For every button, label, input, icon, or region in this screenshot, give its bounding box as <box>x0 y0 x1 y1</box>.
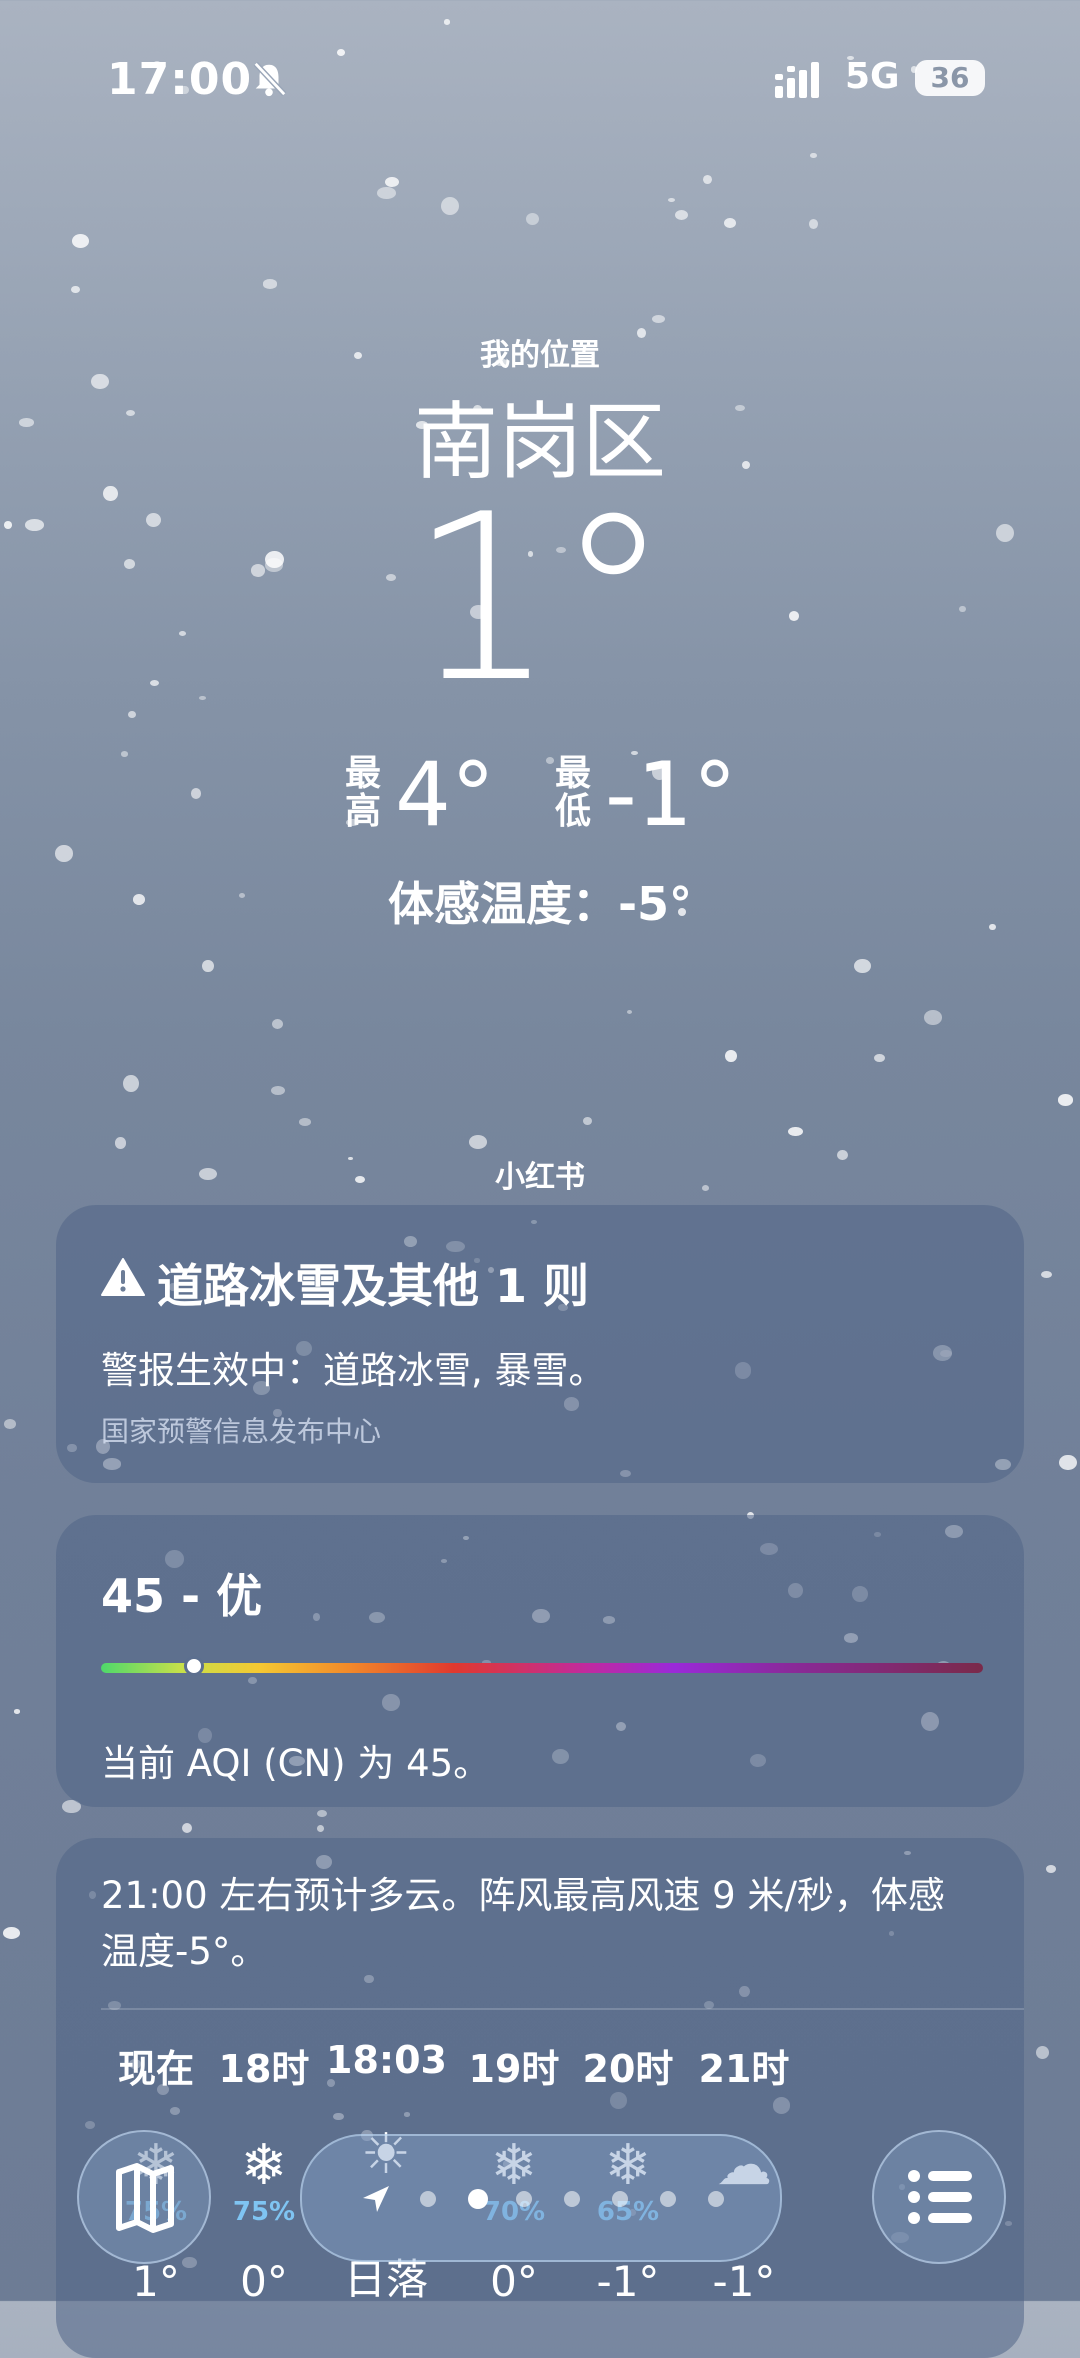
page-dot[interactable] <box>468 2189 488 2209</box>
page-dot[interactable] <box>420 2191 436 2207</box>
high-label: 最高 <box>344 753 381 832</box>
hour-label: 19时 <box>468 2047 560 2091</box>
alert-card[interactable]: 道路冰雪及其他 1 则 警报生效中：道路冰雪, 暴雪。 国家预警信息发布中心 <box>56 1205 1024 1483</box>
alert-title: 道路冰雪及其他 1 则 <box>157 1259 590 1313</box>
feels-like: 体感温度：-5° <box>387 877 693 931</box>
forecast-summary: 21:00 左右预计多云。阵风最高风速 9 米/秒，体感温度-5°。 <box>101 1874 945 1973</box>
high-value: 4° <box>395 743 495 846</box>
aqi-scale-bar <box>101 1663 983 1673</box>
hour-label: 18时 <box>218 2047 310 2091</box>
aqi-indicator <box>184 1656 204 1676</box>
status-time: 17:00 <box>107 54 253 105</box>
aqi-title: 45 - 优 <box>101 1569 263 1623</box>
source-watermark: 小红书 <box>495 1160 585 1195</box>
high-low-temperature: 最高 4° 最低 -1° <box>0 745 1080 845</box>
hour-temperature: -1° <box>596 2257 660 2306</box>
alert-issuer: 国家预警信息发布中心 <box>101 1415 382 1448</box>
hour-label: 21时 <box>698 2047 790 2091</box>
hour-label: 18:03 <box>326 2038 447 2082</box>
page-dot[interactable] <box>612 2191 628 2207</box>
low-value: -1° <box>605 743 737 846</box>
aqi-card[interactable]: 45 - 优 当前 AQI (CN) 为 45。 <box>56 1515 1024 1807</box>
current-temperature: 1° <box>409 466 671 733</box>
location-arrow-icon <box>363 2186 389 2212</box>
page-dot[interactable] <box>660 2191 676 2207</box>
city-list-button[interactable] <box>872 2130 1006 2264</box>
network-type: 5G <box>845 56 900 97</box>
map-icon <box>116 2163 174 2233</box>
hour-label: 现在 <box>117 2047 194 2091</box>
hour-temperature: 0° <box>240 2257 288 2306</box>
location-label: 我的位置 <box>480 338 600 373</box>
low-label: 最低 <box>554 753 591 832</box>
status-bar: 17:00 5G 36 <box>0 50 1080 110</box>
divider <box>101 2008 1024 2010</box>
hourly-forecast-card[interactable]: 21:00 左右预计多云。阵风最高风速 9 米/秒，体感温度-5°。 现在❄75… <box>56 1838 1024 2358</box>
alert-text: 警报生效中：道路冰雪, 暴雪。 <box>101 1349 606 1392</box>
page-indicator[interactable] <box>300 2134 782 2262</box>
list-icon <box>908 2170 972 2224</box>
aqi-description: 当前 AQI (CN) 为 45。 <box>101 1742 491 1785</box>
battery-indicator: 36 <box>915 60 985 96</box>
hour-label: 20时 <box>582 2047 674 2091</box>
bell-muted-icon <box>253 61 287 97</box>
signal-icon <box>775 62 819 98</box>
hour-temperature: -1° <box>712 2257 776 2306</box>
map-button[interactable] <box>77 2130 211 2264</box>
page-dot[interactable] <box>564 2191 580 2207</box>
hour-temperature: 0° <box>490 2257 538 2306</box>
page-dot[interactable] <box>516 2191 532 2207</box>
page-dot[interactable] <box>708 2191 724 2207</box>
